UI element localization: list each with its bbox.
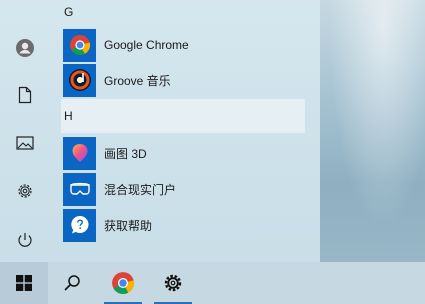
start-left-rail — [0, 0, 50, 262]
get-help-icon — [70, 215, 88, 234]
app-label: Google Chrome — [104, 38, 189, 52]
groove-music-icon — [68, 69, 91, 91]
section-letter: H — [64, 109, 73, 123]
start-app-list: G Google Chrome Groove 音乐 H 画图 3D 混合现实门户… — [50, 0, 320, 262]
chrome-icon — [112, 272, 135, 294]
mixed-reality-portal-icon — [69, 182, 90, 195]
taskbar — [0, 262, 425, 304]
settings-icon — [18, 184, 32, 198]
power-icon — [18, 233, 32, 247]
app-paint-3d[interactable]: 画图 3D — [63, 135, 305, 171]
app-label: 画图 3D — [104, 146, 147, 161]
windows-start-icon — [16, 275, 32, 291]
settings-button[interactable] — [0, 171, 50, 211]
start-menu: G Google Chrome Groove 音乐 H 画图 3D 混合现实门户… — [0, 0, 320, 262]
app-google-chrome[interactable]: Google Chrome — [63, 27, 305, 63]
app-tile — [63, 63, 96, 97]
user-account-button[interactable] — [0, 28, 50, 68]
taskbar-chrome-button[interactable] — [100, 262, 146, 304]
search-icon — [64, 275, 80, 291]
app-tile — [63, 172, 96, 206]
power-button[interactable] — [0, 220, 50, 260]
section-header-g[interactable]: G — [61, 0, 305, 26]
taskbar-settings-button[interactable] — [150, 262, 196, 304]
chrome-icon — [69, 35, 90, 56]
pictures-button[interactable] — [0, 123, 50, 163]
app-get-help[interactable]: 获取帮助 — [63, 207, 305, 243]
app-groove-music[interactable]: Groove 音乐 — [63, 62, 305, 98]
app-mixed-reality-portal[interactable]: 混合现实门户 — [63, 171, 305, 207]
start-button[interactable] — [0, 262, 48, 304]
paint-3d-icon — [72, 144, 87, 162]
section-letter: G — [64, 5, 74, 19]
taskbar-search-button[interactable] — [52, 262, 92, 304]
documents-button[interactable] — [0, 75, 50, 115]
app-label: 混合现实门户 — [104, 182, 177, 197]
settings-icon — [164, 274, 182, 292]
app-tile — [63, 28, 96, 62]
section-header-h[interactable]: H — [61, 99, 305, 133]
user-avatar-icon — [16, 39, 34, 57]
app-label: 获取帮助 — [104, 218, 153, 233]
app-tile — [63, 208, 96, 242]
pictures-icon — [16, 136, 34, 150]
documents-icon — [18, 86, 32, 104]
app-label: Groove 音乐 — [104, 73, 171, 88]
app-tile — [63, 136, 96, 170]
desktop-wallpaper — [320, 0, 425, 262]
